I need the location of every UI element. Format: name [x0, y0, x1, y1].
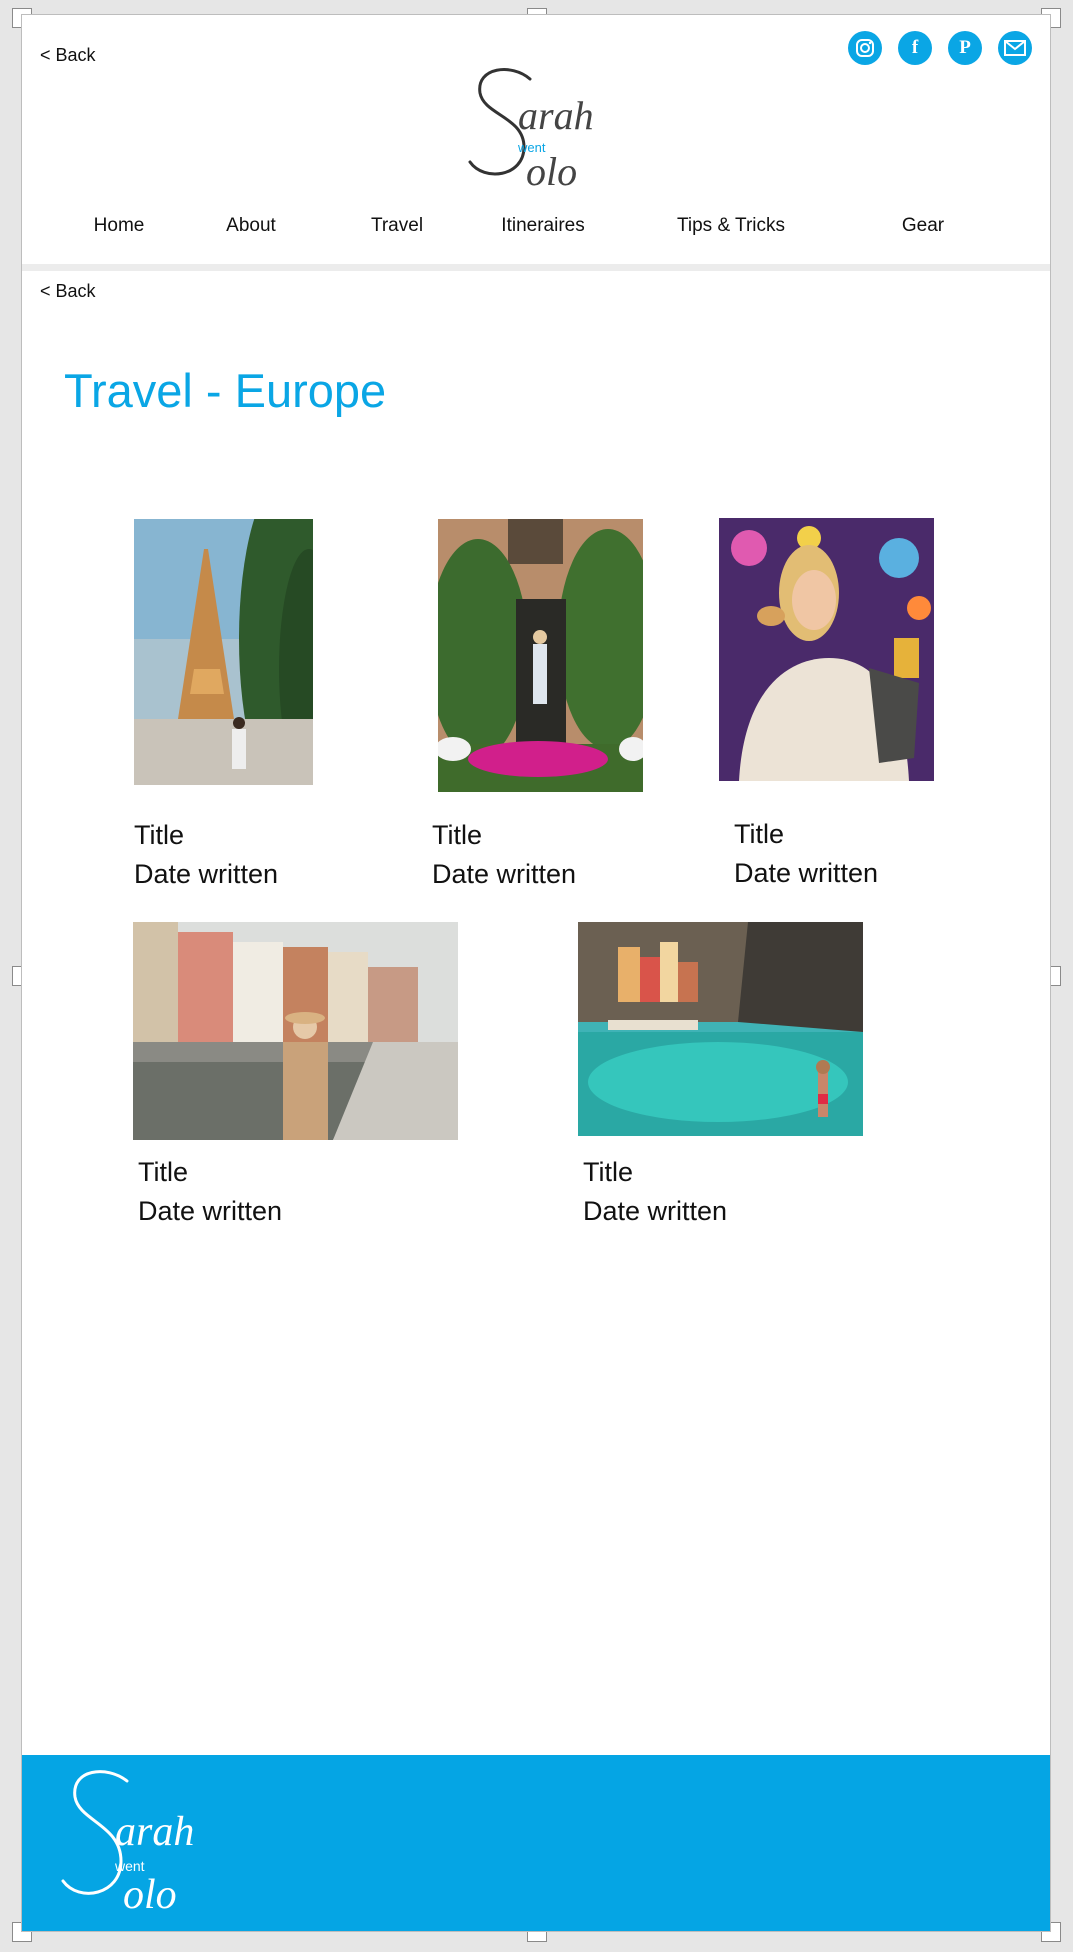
site-logo[interactable]: arah went olo: [462, 57, 632, 192]
header-back-link[interactable]: < Back: [40, 45, 96, 66]
post-card[interactable]: Title Date written: [412, 519, 643, 899]
post-title: Title: [734, 819, 785, 849]
nav-item-travel[interactable]: Travel: [371, 215, 423, 237]
mail-icon[interactable]: [998, 31, 1032, 65]
nav-item-home[interactable]: Home: [94, 215, 145, 237]
post-title: Title: [134, 820, 185, 850]
post-card[interactable]: Title Date written: [578, 922, 868, 1242]
post-card[interactable]: Title Date written: [719, 518, 934, 898]
post-date: Date written: [138, 1196, 283, 1226]
nav-item-about[interactable]: About: [226, 215, 276, 237]
footer: arah went olo: [22, 1755, 1050, 1931]
nav-item-tips-tricks[interactable]: Tips & Tricks: [677, 215, 785, 237]
post-date: Date written: [134, 859, 279, 889]
canal-town-photo[interactable]: [133, 922, 458, 1140]
post-date: Date written: [734, 858, 879, 888]
svg-text:arah: arah: [115, 1809, 194, 1855]
fair-snack-photo[interactable]: [719, 518, 934, 781]
footer-logo[interactable]: arah went olo: [57, 1763, 237, 1923]
facebook-icon[interactable]: f: [898, 31, 932, 65]
social-icons: f P: [848, 31, 1032, 65]
main-nav: Home About Travel Itineraires Tips & Tri…: [22, 215, 1050, 259]
nav-item-itineraires[interactable]: Itineraires: [501, 215, 584, 237]
instagram-icon[interactable]: [848, 31, 882, 65]
content-back-link[interactable]: < Back: [40, 281, 96, 302]
post-card[interactable]: Title Date written: [134, 519, 314, 899]
svg-text:olo: olo: [123, 1872, 177, 1918]
post-title: Title: [583, 1157, 634, 1187]
page-title: Travel - Europe: [64, 364, 387, 417]
post-title: Title: [432, 820, 483, 850]
post-date: Date written: [583, 1196, 728, 1226]
ivy-doorway-photo[interactable]: [438, 519, 643, 792]
page-artboard: < Back f P arah went olo Home About Trav…: [21, 14, 1051, 1932]
svg-text:arah: arah: [518, 93, 594, 138]
coastal-village-photo[interactable]: [578, 922, 863, 1136]
post-title: Title: [138, 1157, 189, 1187]
eiffel-tower-photo[interactable]: [134, 519, 313, 785]
post-card[interactable]: Title Date written: [133, 922, 463, 1242]
nav-divider: [22, 264, 1050, 271]
pinterest-icon[interactable]: P: [948, 31, 982, 65]
post-date: Date written: [432, 859, 577, 889]
svg-text:olo: olo: [526, 149, 577, 192]
nav-item-gear[interactable]: Gear: [902, 215, 944, 237]
